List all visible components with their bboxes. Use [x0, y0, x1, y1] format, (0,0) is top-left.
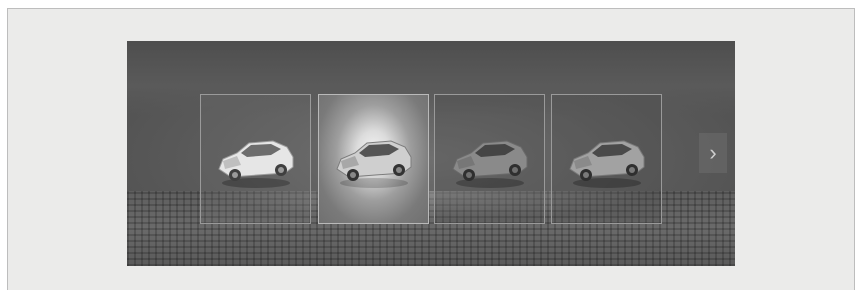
car-icon	[452, 140, 528, 188]
next-page-button[interactable]: ›	[699, 133, 727, 173]
car-icon	[336, 140, 412, 188]
vehicle-tile-2[interactable]	[318, 94, 429, 224]
chevron-right-icon: ›	[709, 140, 717, 165]
vehicle-tile-1[interactable]	[200, 94, 311, 224]
vehicle-tile-4[interactable]	[551, 94, 662, 224]
display-screen: ›	[127, 41, 735, 266]
vehicle-tile-3[interactable]	[434, 94, 545, 224]
car-icon	[218, 140, 294, 188]
car-icon	[569, 140, 645, 188]
